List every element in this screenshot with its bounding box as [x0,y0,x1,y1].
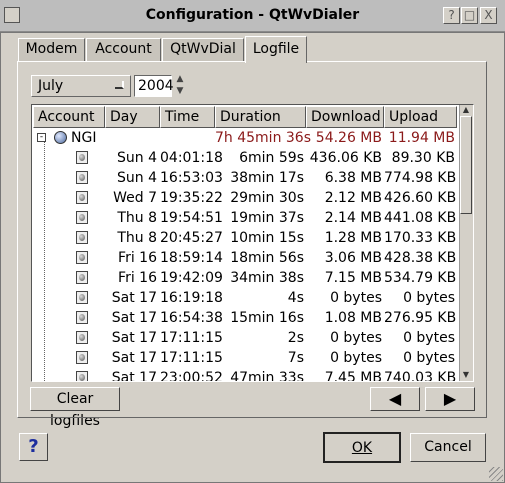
close-button[interactable]: X [480,7,497,24]
tab-panel [17,61,487,418]
resize-grip-icon[interactable] [489,467,503,481]
tab-account[interactable]: Account [86,38,161,61]
cancel-label: Cancel [424,439,472,455]
tab-modem[interactable]: Modem [18,38,85,61]
tab-qtwvdial[interactable]: QtWvDial [162,38,244,61]
window-title: Configuration - QtWvDialer [145,7,360,23]
ok-label: OK [351,440,373,456]
maximize-button[interactable]: □ [461,7,478,24]
help-button[interactable]: ? [19,433,48,461]
tab-logfile[interactable]: Logfile [245,36,307,63]
ok-button[interactable]: OK [323,432,401,463]
help-title-button[interactable]: ? [443,7,460,24]
cancel-button[interactable]: Cancel [410,433,486,462]
title-bar[interactable]: Configuration - QtWvDialer ? □ X [0,0,505,32]
